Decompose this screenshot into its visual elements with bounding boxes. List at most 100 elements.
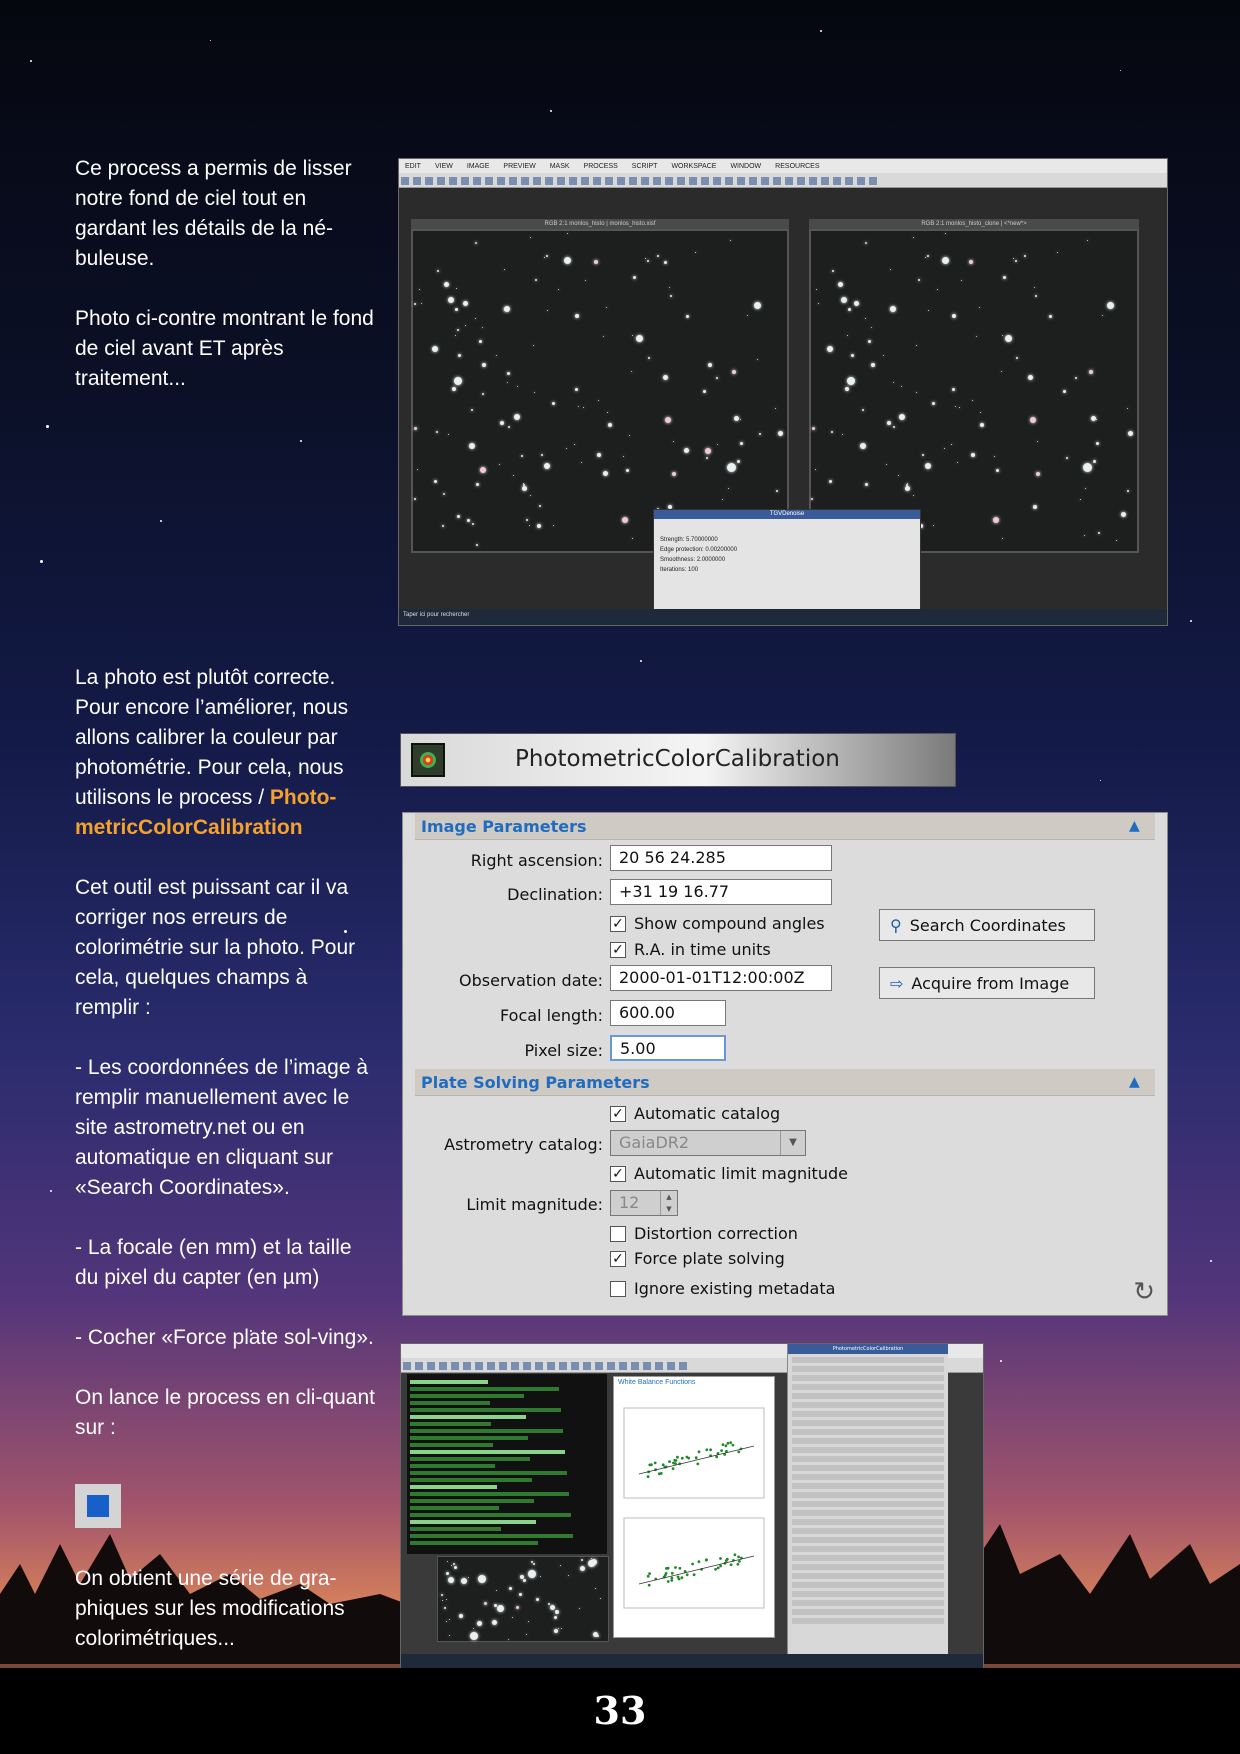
- reset-icon[interactable]: ↻: [1133, 1277, 1155, 1307]
- focal-label: Focal length:: [500, 1006, 603, 1025]
- search-coordinates-button[interactable]: ⚲ Search Coordinates: [879, 909, 1095, 941]
- star: [459, 1614, 463, 1618]
- star: [841, 297, 847, 303]
- star: [829, 480, 832, 483]
- star: [747, 315, 748, 316]
- star: [862, 409, 864, 411]
- ra-input[interactable]: 20 56 24.285: [610, 845, 832, 871]
- star: [581, 1559, 583, 1561]
- auto-catalog-checkbox[interactable]: ✓ Automatic catalog: [610, 1104, 780, 1123]
- menu-item: MASK: [549, 162, 570, 170]
- star: [831, 431, 833, 433]
- obs-date-input[interactable]: 2000-01-01T12:00:00Z: [610, 965, 832, 991]
- force-plate-solving-checkbox[interactable]: ✓ Force plate solving: [610, 1249, 785, 1268]
- paragraph: On lance le process en cli-quant sur :: [75, 1386, 375, 1439]
- menu-item: WINDOW: [730, 162, 762, 170]
- console-line: [410, 1429, 564, 1433]
- star: [1003, 276, 1006, 279]
- star: [597, 1635, 599, 1637]
- checkbox-empty: [610, 1280, 626, 1297]
- plot-point: [670, 1579, 674, 1582]
- star: [854, 301, 859, 306]
- star: [951, 444, 952, 445]
- star: [453, 1563, 455, 1565]
- star: [492, 1620, 497, 1625]
- star: [754, 302, 761, 309]
- star: [585, 280, 586, 281]
- wbf-title: White Balance Functions: [618, 1379, 696, 1386]
- star: [1035, 295, 1037, 297]
- window-title-right: RGB 2:1 monlos_histo_clone | <*new*>: [809, 219, 1139, 229]
- star: [1001, 371, 1002, 372]
- show-compound-checkbox[interactable]: ✓ Show compound angles: [610, 914, 825, 933]
- plot-point: [697, 1560, 701, 1564]
- star: [670, 295, 672, 297]
- astrometry-catalog-select[interactable]: GaiaDR2 ▼: [610, 1130, 806, 1156]
- white-balance-window: White Balance Functions: [613, 1376, 775, 1638]
- plot-point: [647, 1583, 651, 1587]
- distortion-correction-checkbox[interactable]: Distortion correction: [610, 1224, 798, 1243]
- star: [994, 456, 995, 457]
- check-icon: ✓: [610, 915, 626, 932]
- star: [1116, 540, 1117, 541]
- plot-point: [670, 1571, 674, 1575]
- image-parameters-section[interactable]: Image Parameters ▲: [415, 813, 1155, 840]
- check-icon: ✓: [610, 1165, 626, 1182]
- plot-point: [720, 1449, 723, 1452]
- menu-item: PREVIEW: [503, 162, 536, 170]
- console-line: [410, 1478, 533, 1482]
- console-line: [410, 1443, 494, 1447]
- auto-limit-mag-checkbox[interactable]: ✓ Automatic limit magnitude: [610, 1164, 848, 1183]
- checkbox-label: Distortion correction: [634, 1224, 798, 1243]
- star: [838, 282, 843, 287]
- dec-input[interactable]: +31 19 16.77: [610, 879, 832, 905]
- star: [716, 377, 718, 379]
- starfield-before: [411, 229, 789, 553]
- star: [1096, 419, 1097, 420]
- screenshot-results: White Balance Functions PhotometricColor…: [400, 1343, 984, 1671]
- star: [1084, 535, 1085, 536]
- star: [727, 463, 736, 472]
- acquire-from-image-button[interactable]: ⇨ Acquire from Image: [879, 967, 1095, 999]
- plot-point: [659, 1472, 663, 1475]
- star: [458, 354, 461, 357]
- star: [927, 255, 929, 257]
- astrometry-catalog-label: Astrometry catalog:: [444, 1135, 603, 1154]
- star: [922, 454, 924, 456]
- star: [463, 301, 468, 306]
- focal-input[interactable]: 600.00: [610, 1000, 726, 1026]
- star: [708, 363, 712, 367]
- pixel-size-input[interactable]: 5.00: [610, 1035, 726, 1061]
- collapse-icon[interactable]: ▲: [1129, 1074, 1145, 1090]
- star: [1096, 442, 1099, 445]
- ra-time-units-checkbox[interactable]: ✓ R.A. in time units: [610, 940, 771, 959]
- console-line: [410, 1394, 525, 1398]
- star: [550, 1605, 555, 1610]
- star: [1075, 377, 1077, 379]
- star: [933, 525, 934, 526]
- plot-point: [685, 1455, 689, 1459]
- star: [811, 498, 813, 500]
- paragraph: Photo ci-contre montrant le fond de ciel…: [75, 307, 374, 390]
- ignore-metadata-checkbox[interactable]: Ignore existing metadata: [610, 1279, 835, 1298]
- console-line: [410, 1380, 488, 1384]
- plot-point: [653, 1461, 657, 1465]
- limit-magnitude-spinner[interactable]: 12 ▲ ▼: [610, 1190, 678, 1216]
- plot-point: [724, 1444, 728, 1448]
- star: [454, 1566, 457, 1569]
- console-line: [410, 1408, 562, 1412]
- star: [631, 371, 632, 372]
- star: [455, 308, 458, 311]
- plate-solving-section[interactable]: Plate Solving Parameters ▲: [415, 1069, 1155, 1096]
- star: [740, 419, 741, 420]
- star: [818, 303, 819, 304]
- plot-point: [671, 1467, 675, 1470]
- collapse-icon[interactable]: ▲: [1129, 818, 1145, 834]
- console-line: [410, 1527, 502, 1531]
- star: [497, 1605, 504, 1612]
- star: [476, 544, 478, 546]
- star: [695, 252, 696, 253]
- console-line: [410, 1457, 531, 1461]
- star: [444, 1607, 446, 1609]
- star: [1121, 512, 1126, 517]
